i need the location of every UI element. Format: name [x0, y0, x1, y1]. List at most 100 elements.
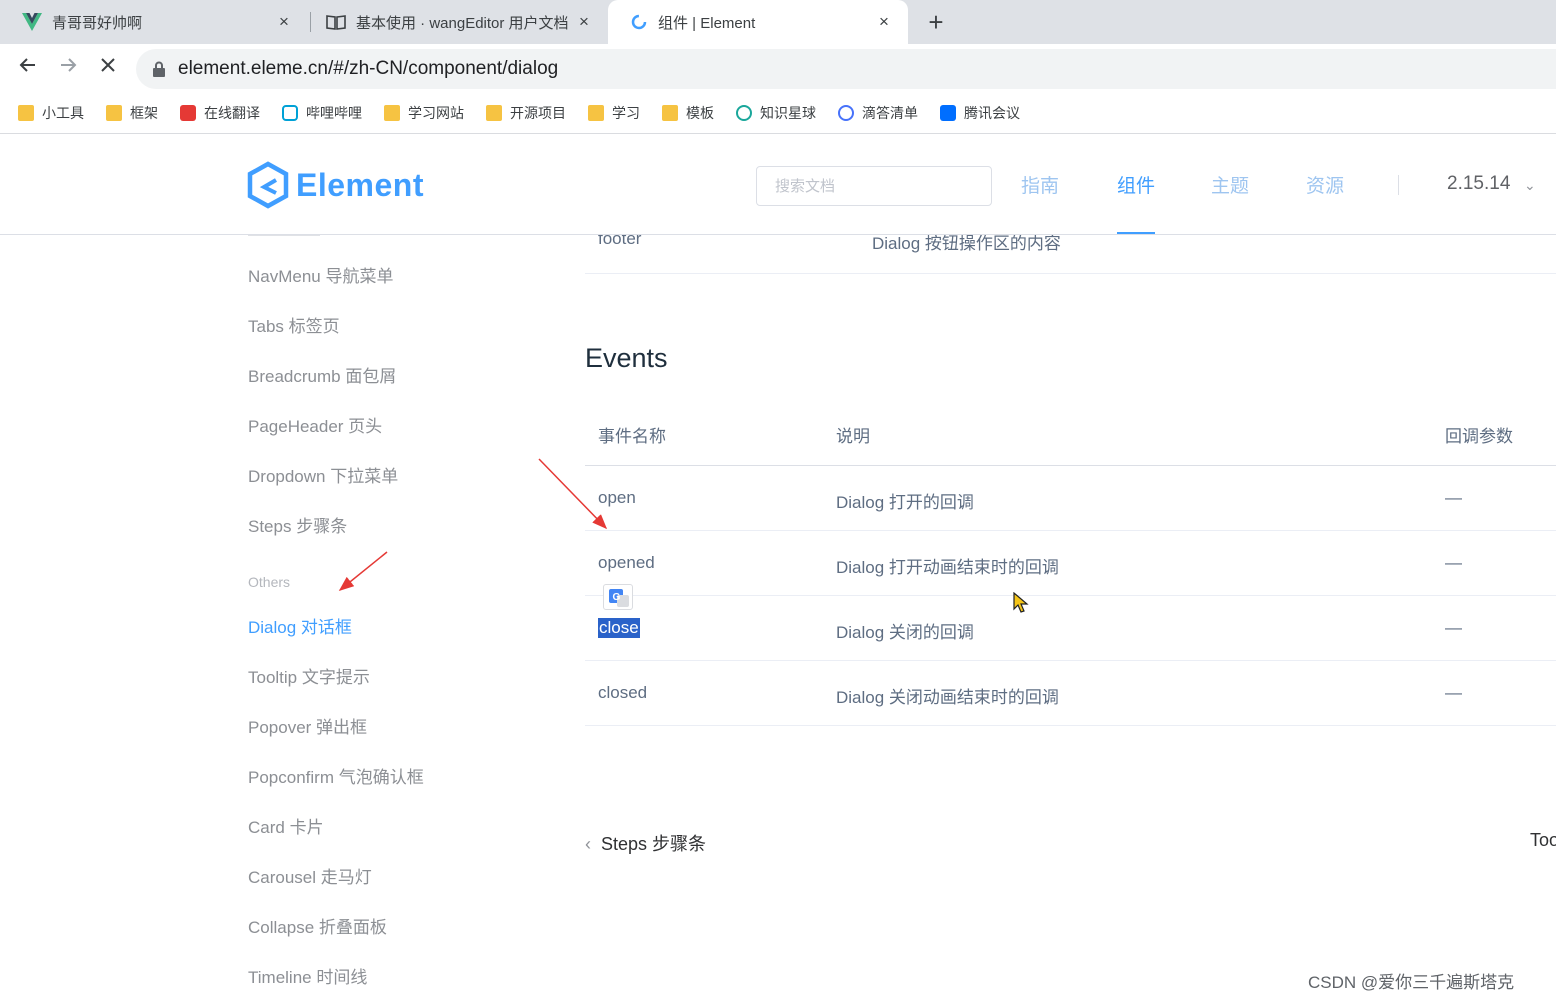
- events-heading: Events: [585, 343, 668, 373]
- sidebar-item-tooltip[interactable]: Tooltip 文字提示: [248, 663, 370, 688]
- bookmark-item[interactable]: 小工具: [18, 103, 84, 123]
- sidebar-item-pageheader[interactable]: PageHeader 页头: [248, 412, 382, 437]
- sidebar-item-navmenu[interactable]: NavMenu 导航菜单: [248, 262, 393, 287]
- close-icon[interactable]: ×: [874, 12, 894, 32]
- nav-divider: [1398, 175, 1399, 195]
- element-icon: [631, 14, 647, 30]
- table-row: opened Dialog 打开动画结束时的回调 —: [585, 531, 1556, 596]
- tab-vue[interactable]: 青哥哥好帅啊 ×: [0, 0, 308, 44]
- header-event-name: 事件名称: [598, 427, 666, 446]
- event-desc: Dialog 打开动画结束时的回调: [836, 558, 1059, 577]
- bookmark-item[interactable]: 哔哩哔哩: [282, 103, 362, 123]
- sidebar-item-carousel[interactable]: Carousel 走马灯: [248, 863, 372, 888]
- sidebar-item-popover[interactable]: Popover 弹出框: [248, 713, 367, 738]
- header-callback-params: 回调参数: [1445, 427, 1513, 446]
- main-content: footer Dialog 按钮操作区的内容 Events 事件名称 说明 回调…: [585, 229, 1556, 998]
- sidebar-item-card[interactable]: Card 卡片: [248, 813, 324, 838]
- chevron-down-icon[interactable]: ⌄: [1524, 177, 1536, 194]
- bookmark-item[interactable]: 模板: [662, 103, 714, 123]
- sidebar-item-collapse[interactable]: Collapse 折叠面板: [248, 913, 387, 938]
- bookmark-item[interactable]: 腾讯会议: [940, 103, 1020, 123]
- sidebar-item-breadcrumb[interactable]: Breadcrumb 面包屑: [248, 362, 396, 387]
- bookmark-item[interactable]: 在线翻译: [180, 103, 260, 123]
- bookmark-item[interactable]: 学习: [588, 103, 640, 123]
- nav-active-indicator: [1117, 232, 1155, 234]
- tab-title: 基本使用 · wangEditor 用户文档: [356, 14, 569, 32]
- search-input[interactable]: [756, 166, 992, 206]
- bookmarks-bar: 小工具 框架 在线翻译 哔哩哔哩 学习网站 开源项目 学习 模板 知识星球 滴答…: [0, 92, 1556, 134]
- bookmark-item[interactable]: 框架: [106, 103, 158, 123]
- prev-page-link[interactable]: ‹ Steps 步骤条: [585, 830, 706, 856]
- event-name: open: [598, 488, 636, 507]
- sidebar-item-steps[interactable]: Steps 步骤条: [248, 512, 347, 537]
- folder-icon: [106, 104, 122, 121]
- close-icon[interactable]: ×: [274, 12, 294, 32]
- browser-toolbar: element.eleme.cn/#/zh-CN/component/dialo…: [0, 44, 1556, 92]
- new-tab-button[interactable]: +: [922, 6, 950, 38]
- arrow-left-icon: [19, 58, 35, 72]
- check-circle-icon: [838, 104, 854, 121]
- folder-icon: [662, 104, 678, 121]
- vue-logo-icon: [22, 13, 42, 31]
- chevron-left-icon: ‹: [585, 834, 591, 854]
- forward-button[interactable]: [52, 52, 84, 84]
- event-param: —: [1445, 488, 1462, 507]
- event-param: —: [1445, 683, 1462, 702]
- event-param: —: [1445, 553, 1462, 572]
- svg-text:G: G: [613, 592, 621, 603]
- sidebar-item-dialog[interactable]: Dialog 对话框: [248, 613, 352, 638]
- book-icon: [326, 15, 346, 30]
- nav-guide[interactable]: 指南: [1021, 171, 1059, 198]
- folder-icon: [588, 104, 604, 121]
- event-name-selected[interactable]: close: [598, 618, 640, 638]
- tab-title: 组件 | Element: [658, 14, 756, 32]
- nav-theme[interactable]: 主题: [1211, 171, 1249, 198]
- tab-wangeditor[interactable]: 基本使用 · wangEditor 用户文档 ×: [304, 0, 608, 44]
- tab-element[interactable]: 组件 | Element ×: [608, 0, 908, 44]
- event-name: opened: [598, 553, 655, 572]
- watermark: CSDN @爱你三千遍斯塔克: [1308, 973, 1515, 992]
- close-x-icon: [101, 58, 115, 72]
- sidebar-group-others: Others: [248, 574, 291, 590]
- table-row: open Dialog 打开的回调 —: [585, 466, 1556, 531]
- element-logo[interactable]: Element: [246, 161, 424, 209]
- events-table: 事件名称 说明 回调参数 open Dialog 打开的回调 — opened …: [585, 400, 1556, 726]
- folder-icon: [18, 104, 34, 121]
- next-page-link[interactable]: Too: [1530, 830, 1556, 851]
- page-navigation: ‹ Steps 步骤条 Too: [585, 830, 1556, 860]
- table-row: close Dialog 关闭的回调 —: [585, 596, 1556, 661]
- sidebar-item-dropdown[interactable]: Dropdown 下拉菜单: [248, 462, 398, 487]
- url-text: element.eleme.cn/#/zh-CN/component/dialo…: [178, 58, 559, 79]
- sidebar-item-tabs[interactable]: Tabs 标签页: [248, 312, 340, 337]
- close-icon[interactable]: ×: [574, 12, 594, 32]
- header-description: 说明: [836, 427, 870, 446]
- lock-icon: [153, 61, 165, 77]
- tencent-meeting-icon: [940, 104, 956, 121]
- sidebar-item-popconfirm[interactable]: Popconfirm 气泡确认框: [248, 763, 424, 788]
- bookmark-item[interactable]: 学习网站: [384, 103, 464, 123]
- stop-button[interactable]: [92, 52, 124, 84]
- nav-component[interactable]: 组件: [1117, 171, 1155, 198]
- sidebar-item-timeline[interactable]: Timeline 时间线: [248, 963, 367, 988]
- back-button[interactable]: [12, 52, 44, 84]
- nav-resource[interactable]: 资源: [1306, 171, 1344, 198]
- arrow-right-icon: [61, 58, 77, 72]
- table-row: closed Dialog 关闭动画结束时的回调 —: [585, 661, 1556, 726]
- bookmark-item[interactable]: 开源项目: [486, 103, 566, 123]
- folder-icon: [486, 104, 502, 121]
- address-bar[interactable]: element.eleme.cn/#/zh-CN/component/dialo…: [136, 49, 1556, 89]
- mouse-cursor-icon: [1013, 592, 1029, 613]
- sidebar: —————— NavMenu 导航菜单 Tabs 标签页 Breadcrumb …: [0, 227, 560, 998]
- bilibili-icon: [282, 104, 298, 121]
- tab-strip: 青哥哥好帅啊 × 基本使用 · wangEditor 用户文档 × 组件 | E…: [0, 0, 1556, 44]
- folder-icon: [384, 104, 400, 121]
- event-desc: Dialog 打开的回调: [836, 493, 974, 512]
- bookmark-item[interactable]: 知识星球: [736, 103, 816, 123]
- element-hexagon-icon: [247, 161, 289, 209]
- page: —————— NavMenu 导航菜单 Tabs 标签页 Breadcrumb …: [0, 135, 1556, 998]
- bookmark-item[interactable]: 滴答清单: [838, 103, 918, 123]
- translate-icon[interactable]: G: [603, 584, 633, 610]
- event-name: closed: [598, 683, 648, 702]
- version-select[interactable]: 2.15.14: [1447, 173, 1510, 195]
- zsxq-icon: [736, 104, 752, 121]
